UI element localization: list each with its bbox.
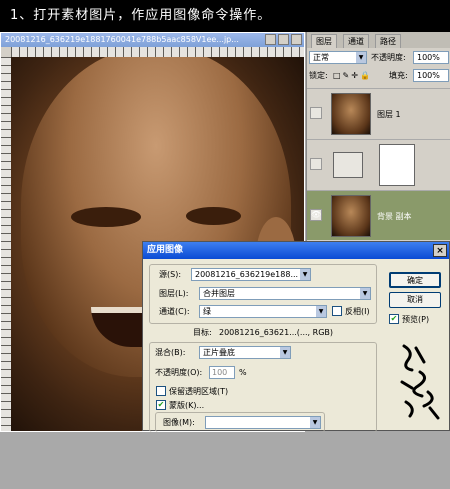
tab-channels[interactable]: 通道	[343, 34, 369, 48]
opacity-field[interactable]: 100%	[413, 51, 449, 64]
blending-value: 正片叠底	[203, 348, 235, 357]
horizontal-ruler	[11, 47, 304, 57]
fill-field[interactable]: 100%	[413, 69, 449, 82]
layer-row[interactable]	[307, 139, 450, 189]
calligraphy-signature	[400, 344, 440, 420]
dialog-title: 应用图像	[147, 245, 184, 255]
preserve-transparency-checkbox[interactable]	[156, 386, 166, 396]
vertical-ruler	[1, 57, 11, 431]
blend-mode-select[interactable]: 正常 ▼	[309, 51, 367, 64]
chevron-down-icon: ▼	[300, 269, 310, 280]
layers-panel: 图层 通道 路径 正常 ▼ 不透明度: 100% 锁定: □✎✛🔒 填充: 10…	[306, 32, 450, 252]
blending-label: 混合(B):	[155, 348, 186, 357]
channel-select[interactable]: 绿 ▼	[199, 305, 327, 318]
tab-paths[interactable]: 路径	[375, 34, 401, 48]
chevron-down-icon: ▼	[310, 417, 320, 428]
invert-checkbox[interactable]	[332, 306, 342, 316]
preserve-transparency-label: 保留透明区域(T)	[169, 387, 229, 396]
chevron-down-icon: ▼	[360, 288, 370, 299]
mask-label: 蒙版(K)...	[169, 401, 205, 410]
blend-row: 正常 ▼ 不透明度: 100%	[309, 51, 449, 67]
layer-mask-thumbnail	[379, 144, 415, 186]
source-select[interactable]: 20081216_636219e188... ▼	[191, 268, 311, 281]
layer-value: 合并图层	[203, 289, 235, 298]
chevron-down-icon: ▼	[280, 347, 290, 358]
minimize-button[interactable]	[265, 34, 276, 45]
layer-row[interactable]: 图层 1	[307, 88, 450, 138]
dialog-opacity-field[interactable]: 100	[209, 366, 235, 379]
layer-thumbnail	[331, 195, 371, 237]
source-label: 源(S):	[159, 270, 182, 279]
image-label: 图像(M):	[163, 418, 195, 427]
portrait-eye	[186, 207, 241, 225]
cancel-button[interactable]: 取消	[389, 292, 441, 308]
fill-value: 100%	[417, 71, 440, 80]
opacity-unit: %	[239, 368, 247, 377]
preview-label: 预览(P)	[402, 315, 430, 324]
close-icon[interactable]: ×	[433, 244, 447, 257]
layer-row-active[interactable]: 👁 背景 副本	[307, 190, 450, 240]
tab-layers[interactable]: 图层	[311, 34, 337, 48]
layer-name: 背景 副本	[377, 212, 412, 221]
channel-label: 通道(C):	[159, 307, 190, 316]
lock-row: 锁定: □✎✛🔒 填充: 100%	[309, 69, 449, 85]
dialog-opacity-label: 不透明度(O):	[155, 368, 203, 377]
opacity-label: 不透明度:	[371, 53, 406, 62]
document-title: 20081216_636219e1881760041e788b5aac858V1…	[5, 35, 239, 44]
layer-select[interactable]: 合并图层 ▼	[199, 287, 371, 300]
source-value: 20081216_636219e188...	[195, 270, 299, 279]
close-button[interactable]	[291, 34, 302, 45]
visibility-toggle[interactable]	[310, 158, 322, 170]
target-label: 目标:	[193, 328, 212, 337]
mask-checkbox[interactable]: ✔	[156, 400, 166, 410]
visibility-toggle[interactable]	[310, 107, 322, 119]
document-title-bar[interactable]: 20081216_636219e1881760041e788b5aac858V1…	[1, 33, 304, 47]
blending-select[interactable]: 正片叠底 ▼	[199, 346, 291, 359]
lock-label: 锁定:	[309, 71, 328, 80]
chevron-down-icon: ▼	[316, 306, 326, 317]
instruction-banner: 1、打开素材图片，作应用图像命令操作。	[0, 0, 450, 32]
invert-label: 反相(I)	[345, 307, 370, 316]
ok-button[interactable]: 确定	[389, 272, 441, 288]
lock-icons[interactable]: □✎✛🔒	[333, 69, 372, 82]
target-value: 20081216_63621...(..., RGB)	[219, 328, 333, 337]
bottom-area	[0, 432, 450, 489]
dialog-title-bar[interactable]: 应用图像 ×	[143, 242, 449, 259]
chevron-down-icon: ▼	[356, 52, 366, 63]
layer-thumbnail	[331, 93, 371, 135]
adjustment-layer-icon	[333, 152, 363, 178]
eye-icon[interactable]: 👁	[310, 209, 322, 221]
layer-name: 图层 1	[377, 110, 401, 119]
blend-mode-value: 正常	[313, 53, 329, 62]
fill-label: 填充:	[389, 71, 408, 80]
maximize-button[interactable]	[278, 34, 289, 45]
channel-value: 绿	[203, 307, 211, 316]
mask-image-select[interactable]: ▼	[205, 416, 321, 429]
layer-label: 图层(L):	[159, 289, 189, 298]
portrait-eye	[71, 207, 141, 227]
panel-tabs: 图层 通道 路径	[307, 32, 450, 48]
opacity-value: 100%	[417, 53, 440, 62]
preview-checkbox[interactable]: ✔	[389, 314, 399, 324]
